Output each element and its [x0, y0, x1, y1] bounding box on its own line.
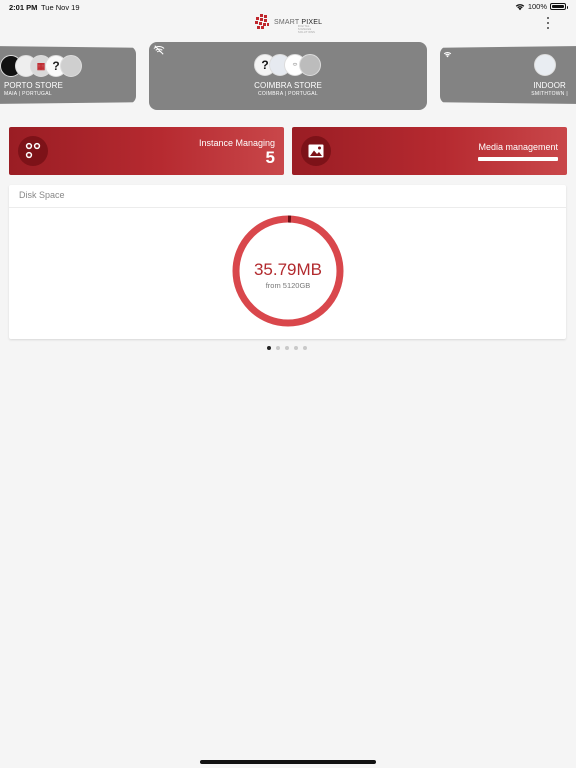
- logo-mark-icon: [255, 14, 269, 29]
- avatar: [299, 54, 321, 76]
- disk-total-text: from 5120GB: [265, 281, 311, 290]
- status-indicators: 100%: [515, 2, 568, 11]
- more-options-button[interactable]: [544, 16, 552, 30]
- disk-space-title: Disk Space: [19, 190, 65, 200]
- wifi-icon: [443, 51, 452, 58]
- avatar: [60, 55, 82, 77]
- more-dot: [546, 26, 550, 29]
- store-info: COIMBRA STORE COIMBRA | PORTUGAL: [149, 81, 427, 97]
- store-name: PORTO STORE: [4, 81, 63, 90]
- app-header: SMART PIXEL DIGITAL SIGNAGE SOLUTIONS: [0, 12, 576, 34]
- battery-icon: [550, 3, 568, 10]
- page-dot[interactable]: [267, 346, 271, 350]
- page-indicator[interactable]: [267, 346, 307, 350]
- store-card-porto[interactable]: ▦ ? PORTO STORE MAIA | PORTUGAL: [0, 46, 136, 104]
- store-info: INDOOR SMITHTOWN |: [531, 81, 568, 97]
- disk-used-value: 35.79MB: [253, 260, 323, 279]
- image-icon: [301, 136, 331, 166]
- page-dot[interactable]: [294, 346, 298, 350]
- home-indicator: [200, 760, 376, 764]
- page-dot[interactable]: [303, 346, 307, 350]
- media-progress-bar: [478, 157, 558, 161]
- divider: [9, 207, 566, 208]
- wifi-icon: [515, 3, 525, 10]
- battery-fill: [552, 5, 564, 8]
- wifi-off-icon: [153, 45, 165, 55]
- smart-pixel-logo: SMART PIXEL DIGITAL SIGNAGE SOLUTIONS: [254, 14, 322, 34]
- media-progress-fill: [478, 157, 558, 161]
- store-avatars: [534, 54, 556, 76]
- store-info: PORTO STORE MAIA | PORTUGAL: [4, 81, 63, 97]
- status-date: Tue Nov 19: [41, 3, 80, 12]
- page-dot[interactable]: [285, 346, 289, 350]
- store-avatars: ▦ ?: [0, 55, 82, 77]
- store-card-coimbra[interactable]: ? ⬭ COIMBRA STORE COIMBRA | PORTUGAL: [149, 42, 427, 110]
- dots-icon: [18, 136, 48, 166]
- store-location: COIMBRA | PORTUGAL: [258, 91, 318, 97]
- store-card-indoor[interactable]: INDOOR SMITHTOWN |: [440, 46, 576, 104]
- disk-gauge: 35.79MB from 5120GB: [231, 214, 345, 328]
- instance-count: 5: [265, 148, 275, 167]
- instance-managing-tile[interactable]: Instance Managing 5: [9, 127, 284, 175]
- battery-percent: 100%: [527, 2, 547, 11]
- avatar: [534, 54, 556, 76]
- store-location: MAIA | PORTUGAL: [4, 91, 52, 97]
- media-management-tile[interactable]: Media management: [292, 127, 567, 175]
- store-name: COIMBRA STORE: [254, 81, 322, 90]
- more-dot: [546, 17, 550, 20]
- instance-managing-label: Instance Managing: [198, 138, 275, 148]
- status-time: 2:01 PM: [9, 3, 38, 12]
- media-management-label: Media management: [478, 142, 558, 152]
- store-name: INDOOR: [533, 81, 566, 90]
- more-dot: [546, 21, 550, 25]
- logo-tagline: DIGITAL SIGNAGE SOLUTIONS: [298, 25, 316, 34]
- page-dot[interactable]: [276, 346, 280, 350]
- store-avatars: ? ⬭: [254, 54, 321, 76]
- store-location: SMITHTOWN |: [531, 91, 568, 97]
- disk-space-card: Disk Space 35.79MB from 5120GB: [9, 185, 566, 339]
